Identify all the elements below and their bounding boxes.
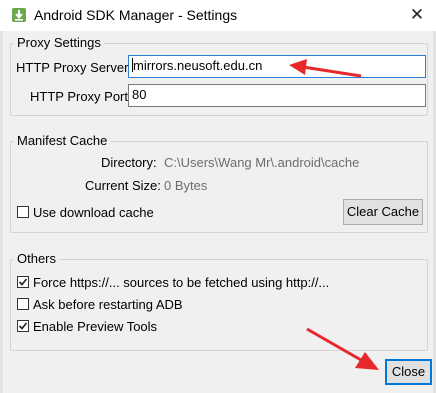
close-button[interactable]: Close xyxy=(385,359,432,385)
settings-window: Android SDK Manager - Settings ✕ Proxy S… xyxy=(0,0,436,393)
use-download-cache-label[interactable]: Use download cache xyxy=(33,205,154,220)
red-arrow-annotation xyxy=(306,327,379,370)
http-proxy-server-label: HTTP Proxy Server xyxy=(16,60,129,75)
current-size-value: 0 Bytes xyxy=(164,178,208,193)
enable-preview-tools-label[interactable]: Enable Preview Tools xyxy=(33,319,157,334)
clear-cache-button[interactable]: Clear Cache xyxy=(343,199,423,225)
manifest-cache-legend: Manifest Cache xyxy=(14,133,111,148)
http-proxy-server-input[interactable]: mirrors.neusoft.edu.cn xyxy=(128,55,426,78)
proxy-settings-legend: Proxy Settings xyxy=(14,35,104,50)
current-size-label: Current Size: xyxy=(85,178,161,193)
red-arrow-annotation xyxy=(289,59,362,78)
use-download-cache-checkbox[interactable] xyxy=(17,206,29,218)
http-proxy-port-input[interactable]: 80 xyxy=(128,84,426,107)
android-sdk-download-icon xyxy=(12,8,26,22)
others-legend: Others xyxy=(14,251,60,266)
directory-label: Directory: xyxy=(101,155,157,170)
window-title: Android SDK Manager - Settings xyxy=(34,7,238,23)
http-proxy-port-label: HTTP Proxy Port xyxy=(30,89,129,104)
ask-restart-adb-checkbox[interactable] xyxy=(17,298,29,310)
ask-restart-adb-label[interactable]: Ask before restarting ADB xyxy=(33,297,183,312)
enable-preview-tools-checkbox[interactable] xyxy=(17,320,29,332)
directory-value: C:\Users\Wang Mr\.android\cache xyxy=(164,155,360,170)
title-bar[interactable]: Android SDK Manager - Settings ✕ xyxy=(0,0,436,31)
close-icon[interactable]: ✕ xyxy=(406,4,428,26)
http-proxy-server-value: mirrors.neusoft.edu.cn xyxy=(133,58,263,73)
checkmark-icon xyxy=(18,278,28,286)
window-left-edge xyxy=(0,31,3,393)
force-http-checkbox[interactable] xyxy=(17,276,29,288)
checkmark-icon xyxy=(18,322,28,330)
force-http-label[interactable]: Force https://... sources to be fetched … xyxy=(33,275,329,290)
